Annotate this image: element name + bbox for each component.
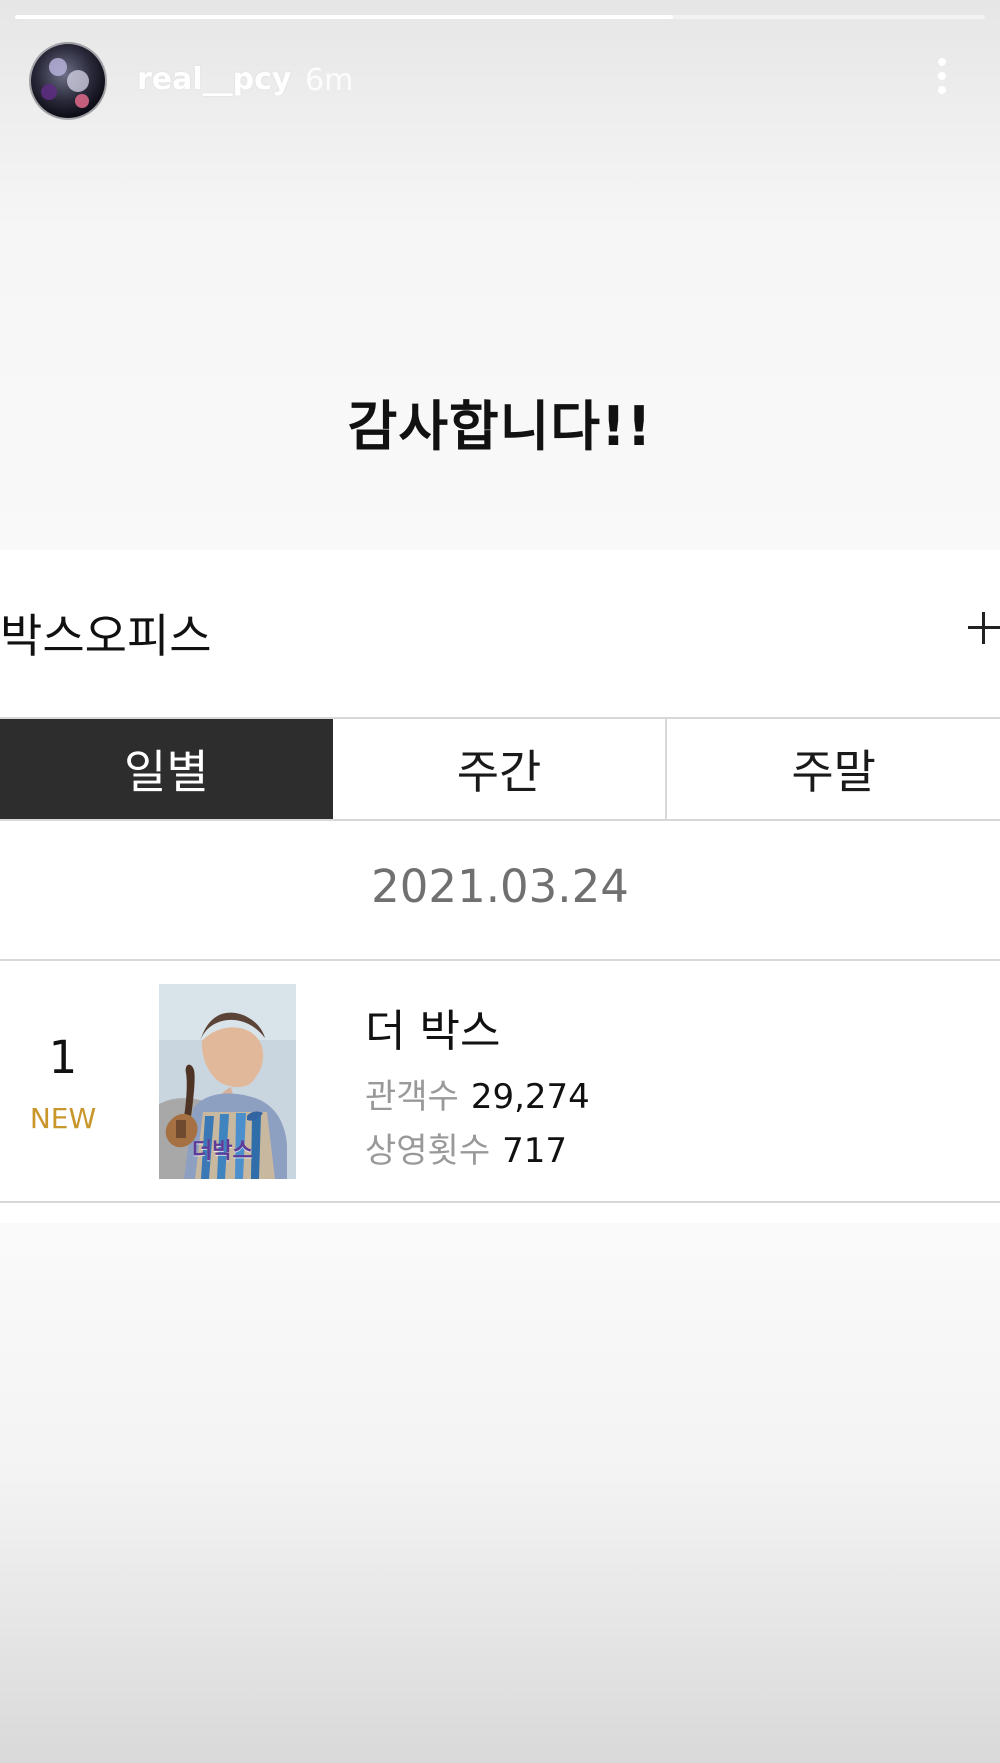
boxoffice-panel: 박스오피스 일별 주간 주말 2021.03.24 1 NEW 더박스 더 박스… <box>0 550 1000 1223</box>
movie-rank: 1 <box>48 1031 78 1084</box>
avatar-detail-icon <box>49 58 67 76</box>
avatar-detail-icon <box>41 84 57 100</box>
avatar-detail-icon <box>75 94 89 108</box>
story-time: 6m <box>305 63 354 98</box>
story-progress-bar <box>15 15 985 19</box>
story-progress-fill <box>15 15 673 19</box>
boxoffice-title: 박스오피스 <box>0 609 212 663</box>
movie-row[interactable]: 1 NEW 더박스 더 박스 관객수 29,274 상영횟수 717 <box>0 961 1000 1201</box>
audience-label: 관객수 <box>365 1077 459 1117</box>
more-options-icon[interactable] <box>932 58 952 102</box>
rank-badge: NEW <box>29 1102 97 1135</box>
audience-stat: 관객수 29,274 <box>365 1069 590 1118</box>
boxoffice-tabs: 일별 주간 주말 <box>0 717 1000 821</box>
plus-icon[interactable] <box>968 612 1000 644</box>
list-divider <box>0 1201 1000 1203</box>
story-header: real__pcy 6m <box>0 40 1000 122</box>
movie-title[interactable]: 더 박스 <box>365 995 500 1059</box>
avatar-detail-icon <box>67 70 89 92</box>
screenings-value: 717 <box>502 1131 568 1171</box>
screenings-label: 상영횟수 <box>365 1131 491 1171</box>
tab-weekly[interactable]: 주간 <box>332 719 668 819</box>
boxoffice-date: 2021.03.24 <box>371 860 629 913</box>
story-username[interactable]: real__pcy <box>137 62 291 97</box>
tab-weekend[interactable]: 주말 <box>667 719 1000 819</box>
screenings-stat: 상영횟수 717 <box>365 1123 567 1172</box>
story-caption: 감사합니다!! <box>347 395 653 458</box>
movie-poster[interactable]: 더박스 <box>159 984 296 1179</box>
poster-title: 더박스 <box>192 1139 253 1164</box>
audience-value: 29,274 <box>470 1077 590 1117</box>
tab-daily[interactable]: 일별 <box>0 719 333 819</box>
avatar[interactable] <box>29 42 107 120</box>
